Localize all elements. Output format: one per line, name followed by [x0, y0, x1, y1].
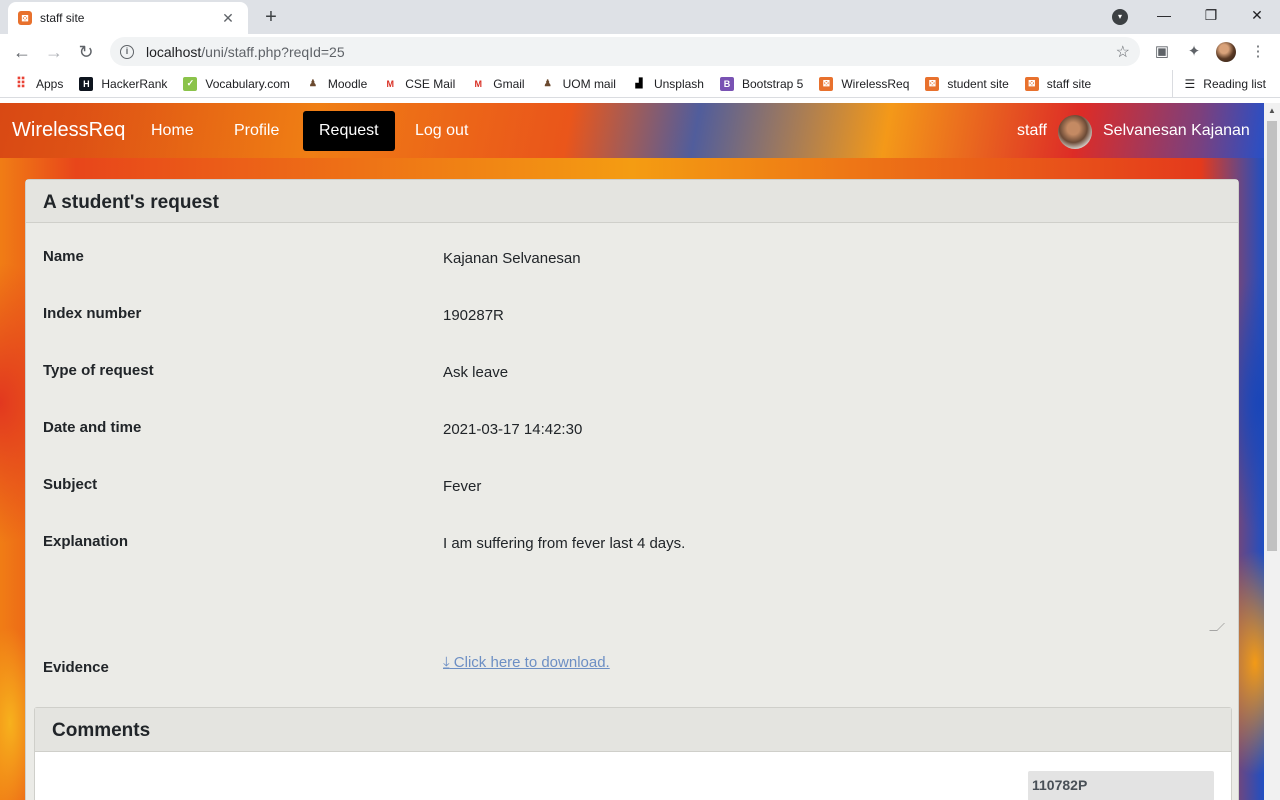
browser-tabstrip: ⊠ staff site ✕ + ▾ — ❐ ✕	[0, 0, 1280, 34]
site-navbar: WirelessReq Home Profile Request Log out…	[0, 103, 1264, 158]
bookmark-item[interactable]: H HackerRank	[79, 76, 168, 91]
bookmark-item[interactable]: ⠿ Apps	[14, 75, 64, 91]
download-evidence-link[interactable]: ⤓ Click here to download.	[443, 654, 610, 671]
bookmark-item[interactable]: M CSE Mail	[383, 76, 456, 91]
nav-profile[interactable]: Profile	[218, 111, 295, 151]
bookmark-item[interactable]: ▟ Unsplash	[632, 77, 704, 91]
user-role: staff	[1017, 122, 1047, 139]
bookmark-item[interactable]: ✓ Vocabulary.com	[183, 76, 290, 91]
bookmark-label: Bootstrap 5	[741, 76, 804, 91]
browser-toolbar: ← → ↻ i localhost/uni/staff.php?reqId=25…	[0, 34, 1280, 70]
reading-list-label: Reading list	[1203, 77, 1266, 91]
bookmark-label: WirelessReq	[841, 76, 910, 91]
request-card-header: A student's request	[26, 180, 1238, 223]
field-value: Kajanan Selvanesan	[443, 250, 581, 267]
field-label: Evidence	[43, 659, 109, 676]
bootstrap-icon: B	[719, 76, 734, 91]
bookmark-label: UOM mail	[562, 76, 616, 91]
download-icon: ⤓	[443, 654, 450, 671]
extensions-puzzle-icon[interactable]: ✦	[1184, 42, 1204, 62]
bookmark-item[interactable]: M Gmail	[471, 76, 525, 91]
field-value: 190287R	[443, 307, 504, 324]
url-text: localhost/uni/staff.php?reqId=25	[146, 44, 1116, 60]
user-name: Selvanesan Kajanan	[1103, 122, 1250, 139]
bookmarks-bar: ⠿ Apps H HackerRank ✓ Vocabulary.com ♟ Moodle M C…	[0, 70, 1280, 98]
field-label: Date and time	[43, 419, 142, 436]
url-path: /uni/staff.php?reqId=25	[201, 43, 345, 60]
gmail-icon: M	[474, 78, 483, 89]
hackerrank-icon: H	[79, 76, 94, 91]
close-window-button[interactable]: ✕	[1234, 0, 1280, 30]
bookmark-item[interactable]: ♟ Moodle	[306, 77, 367, 91]
close-tab-icon[interactable]: ✕	[218, 10, 238, 27]
gmail-icon: M	[386, 78, 395, 89]
back-button[interactable]: ←	[8, 38, 36, 66]
reading-list-button[interactable]: ☰ Reading list	[1171, 70, 1266, 98]
info-icon[interactable]: i	[120, 44, 134, 59]
bookmark-item[interactable]: ⊠ staff site	[1024, 76, 1092, 91]
comments-card: Comments 110782P	[34, 707, 1232, 800]
bookmark-item[interactable]: B Bootstrap 5	[719, 76, 804, 91]
reload-button[interactable]: ↻	[72, 38, 100, 66]
unsplash-icon: ▟	[635, 78, 643, 88]
field-label: Explanation	[43, 533, 129, 550]
nav-request[interactable]: Request	[303, 111, 395, 151]
scrollbar-thumb[interactable]	[1267, 121, 1277, 551]
resize-handle-icon[interactable]	[1209, 623, 1225, 631]
field-value: Fever	[443, 478, 482, 495]
url-host: localhost	[146, 43, 202, 60]
field-value: 2021-03-17 14:42:30	[443, 421, 583, 438]
browser-tab[interactable]: ⊠ staff site ✕	[8, 2, 248, 34]
bookmark-label: Vocabulary.com	[205, 76, 290, 91]
comment-author-badge: 110782P	[1028, 771, 1214, 800]
bookmark-item[interactable]: ♟ UOM mail	[541, 77, 616, 91]
field-label: Name	[43, 248, 84, 265]
field-label: Index number	[43, 305, 142, 322]
address-bar[interactable]: i localhost/uni/staff.php?reqId=25 ☆	[110, 37, 1140, 66]
bookmark-star-icon[interactable]: ☆	[1116, 42, 1130, 62]
comments-header: Comments	[35, 708, 1231, 752]
field-value: Ask leave	[443, 364, 509, 381]
request-card: A student's request Name Kajanan Selvane…	[25, 179, 1239, 800]
brand-logo[interactable]: WirelessReq	[12, 119, 125, 142]
restore-button[interactable]: ❐	[1188, 0, 1234, 30]
bookmark-label: HackerRank	[101, 76, 168, 91]
nav-home[interactable]: Home	[135, 111, 210, 151]
forward-button[interactable]: →	[40, 38, 68, 66]
xampp-icon: ⊠	[18, 11, 32, 25]
vocabulary-icon: ✓	[183, 76, 198, 91]
bookmark-label: student site	[947, 76, 1009, 91]
menu-kebab-icon[interactable]: ⋮	[1248, 42, 1268, 62]
minimize-button[interactable]: —	[1141, 0, 1187, 30]
field-label: Type of request	[43, 362, 154, 379]
bookmark-label: Unsplash	[653, 76, 704, 91]
scroll-up-icon[interactable]: ▲	[1264, 103, 1280, 119]
new-tab-button[interactable]: +	[258, 4, 284, 30]
bookmark-label: staff site	[1046, 76, 1092, 91]
bookmark-label: Gmail	[493, 76, 525, 91]
field-label: Subject	[43, 476, 98, 493]
xampp-icon: ⊠	[1024, 76, 1039, 91]
tab-search-icon[interactable]: ▾	[1112, 9, 1128, 25]
xampp-icon: ⊠	[819, 76, 834, 91]
user-avatar	[1058, 115, 1092, 149]
bookmark-label: Moodle	[327, 76, 368, 91]
uom-icon: ♟	[543, 78, 552, 88]
moodle-icon: ♟	[308, 78, 317, 88]
bookmark-label: Apps	[36, 76, 64, 91]
reading-list-icon: ☰	[1184, 77, 1196, 91]
apps-grid-icon: ⠿	[15, 75, 27, 91]
bookmark-item[interactable]: ⊠ WirelessReq	[819, 76, 910, 91]
tab-title: staff site	[40, 11, 85, 25]
extension-icon[interactable]: ▣	[1152, 42, 1172, 62]
explanation-textarea[interactable]	[443, 538, 1225, 631]
nav-logout[interactable]: Log out	[399, 111, 484, 151]
bookmark-item[interactable]: ⊠ student site	[925, 76, 1009, 91]
page-scrollbar[interactable]: ▲	[1264, 103, 1280, 800]
profile-avatar[interactable]	[1216, 42, 1236, 62]
xampp-icon: ⊠	[925, 76, 940, 91]
page-background: WirelessReq Home Profile Request Log out…	[0, 103, 1264, 800]
download-link-label: Click here to download.	[449, 654, 610, 671]
bookmark-label: CSE Mail	[405, 76, 456, 91]
